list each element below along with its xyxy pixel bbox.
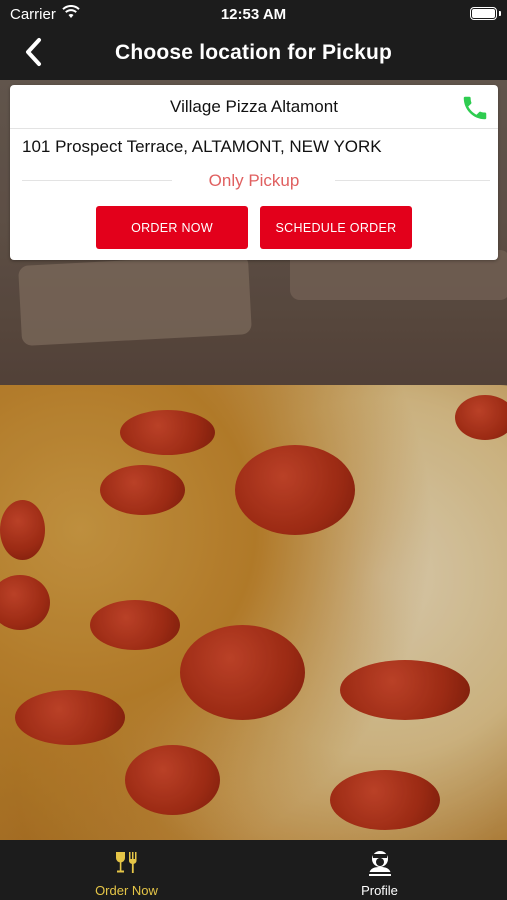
phone-icon (463, 96, 487, 120)
tab-profile[interactable]: Profile (253, 840, 506, 900)
status-bar: Carrier 12:53 AM (0, 0, 507, 30)
pickup-only-label: Only Pickup (208, 171, 300, 190)
divider (335, 180, 490, 181)
tab-label: Order Now (95, 883, 158, 898)
chef-avatar-icon (368, 851, 391, 876)
top-bar: Carrier 12:53 AM Choose location for Pic… (0, 0, 507, 80)
tab-order-now[interactable]: Order Now (0, 840, 253, 900)
tab-label: Profile (361, 883, 398, 898)
store-address: 101 Prospect Terrace, ALTAMONT, NEW YORK (22, 137, 382, 156)
battery-icon (470, 7, 497, 20)
fork-glass-icon (115, 852, 136, 873)
page-title: Choose location for Pickup (114, 41, 393, 64)
order-now-button[interactable]: ORDER NOW (96, 206, 248, 249)
status-time: 12:53 AM (220, 6, 287, 23)
tab-bar: Order Now Profile (0, 840, 507, 900)
location-card: Village Pizza Altamont 101 Prospect Terr… (10, 85, 498, 260)
schedule-order-button[interactable]: SCHEDULE ORDER (260, 206, 412, 249)
store-name: Village Pizza Altamont (170, 97, 338, 116)
call-button[interactable] (460, 93, 490, 123)
navigation-bar: Choose location for Pickup (0, 30, 507, 80)
divider (10, 128, 498, 129)
